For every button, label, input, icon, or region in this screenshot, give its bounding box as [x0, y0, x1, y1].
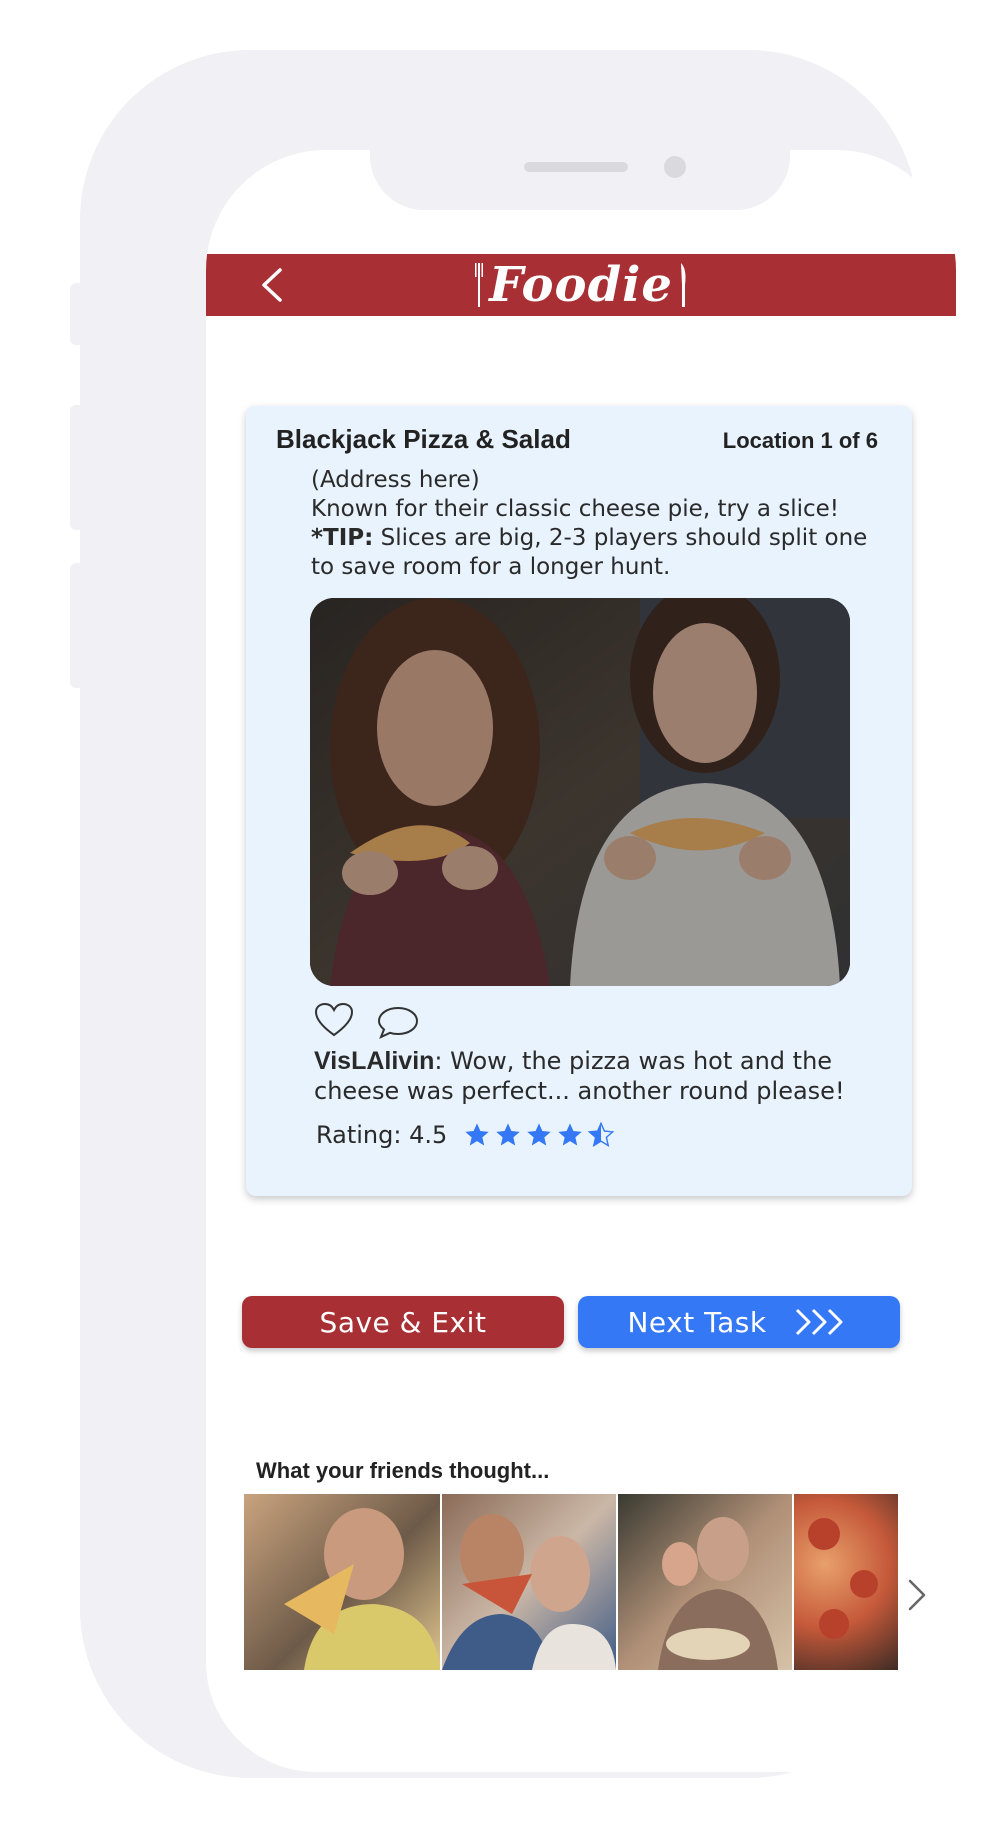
friends-photo-strip [244, 1494, 898, 1670]
tip-text-continued: to save room for a longer hunt. [311, 554, 671, 580]
star-icon-full [465, 1123, 489, 1146]
star-icon-full [496, 1123, 520, 1146]
phone-screen: Foodie Blackjack Pizza & Salad Location … [206, 150, 956, 1772]
next-task-button[interactable]: Next Task [578, 1296, 900, 1348]
comment-icon[interactable] [376, 1004, 420, 1040]
next-task-label: Next Task [627, 1305, 767, 1339]
restaurant-description: (Address here) Known for their classic c… [311, 466, 891, 582]
friends-section-title: What your friends thought... [256, 1458, 550, 1483]
restaurant-name: Blackjack Pizza & Salad [276, 424, 571, 454]
logo-text: Foodie [489, 257, 673, 313]
star-rating [463, 1121, 615, 1149]
hero-photo-illustration [310, 598, 850, 986]
tip-text: Slices are big, 2-3 players should split… [373, 525, 868, 551]
location-card: Blackjack Pizza & Salad Location 1 of 6 … [246, 406, 912, 1196]
rating-label: Rating: 4.5 [316, 1121, 448, 1149]
friend-photo[interactable] [794, 1494, 898, 1670]
hero-photo [310, 598, 850, 986]
phone-frame: Foodie Blackjack Pizza & Salad Location … [80, 50, 956, 1778]
friend-photo[interactable] [244, 1494, 440, 1670]
heart-icon[interactable] [314, 1002, 354, 1038]
save-exit-label: Save & Exit [319, 1305, 487, 1339]
location-counter: Location 1 of 6 [722, 428, 878, 453]
save-exit-button[interactable]: Save & Exit [242, 1296, 564, 1348]
fork-icon [475, 263, 484, 307]
app-header: Foodie [206, 254, 956, 316]
triple-chevron-right-icon [795, 1308, 843, 1336]
description-text: Known for their classic cheese pie, try … [311, 496, 840, 522]
friend-photo[interactable] [442, 1494, 616, 1670]
address-text: (Address here) [311, 467, 480, 493]
star-icon-half [587, 1121, 615, 1147]
tip-label: *TIP: [311, 525, 374, 551]
tip-line: *TIP: Slices are big, 2-3 players should… [311, 524, 891, 553]
comment-text: : Wow, the pizza was hot and the [434, 1047, 833, 1075]
knife-icon [680, 263, 686, 307]
app-logo: Foodie [206, 254, 956, 316]
comment-username[interactable]: VisLAlivin [314, 1047, 434, 1075]
notch [370, 150, 790, 210]
review-comment: VisLAlivin: Wow, the pizza was hot and t… [314, 1046, 894, 1106]
front-camera [664, 156, 686, 178]
star-icon-full [527, 1123, 551, 1146]
speaker [524, 162, 628, 172]
star-icon-full [558, 1123, 582, 1146]
chevron-right-icon[interactable] [906, 1578, 928, 1612]
friend-photo[interactable] [618, 1494, 792, 1670]
comment-text-continued: cheese was perfect... another round plea… [314, 1077, 845, 1105]
rating-row: Rating: 4.5 [316, 1121, 615, 1149]
